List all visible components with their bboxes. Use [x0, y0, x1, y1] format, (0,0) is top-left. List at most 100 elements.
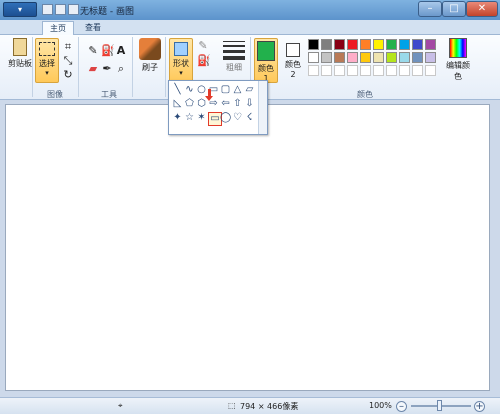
divider	[165, 37, 166, 97]
colors-group-label: 颜色	[357, 90, 373, 99]
shape-option[interactable]: ☇	[244, 112, 255, 123]
brush-icon	[139, 38, 161, 60]
palette-swatch-empty[interactable]	[360, 65, 371, 76]
title-bar: ▾ 无标题 - 画图 – □ ✕	[0, 0, 500, 20]
redo-icon[interactable]	[68, 4, 79, 15]
palette-swatch[interactable]	[425, 52, 436, 63]
palette-swatch[interactable]	[347, 52, 358, 63]
rotate-icon[interactable]: ↻	[62, 69, 74, 81]
shape-option[interactable]: ▱	[244, 84, 255, 95]
fill-icon[interactable]: ⛽	[101, 45, 115, 57]
shape-option[interactable]: ⇦	[220, 98, 231, 109]
resize-icon[interactable]: ⤡	[62, 55, 74, 67]
cursor-position-icon: ⌖	[118, 401, 123, 410]
tools-group-label: 工具	[101, 90, 117, 99]
undo-icon[interactable]	[55, 4, 66, 15]
save-icon[interactable]	[42, 4, 53, 15]
edit-colors-button[interactable]: 编辑颜色	[443, 38, 473, 82]
zoom-slider-thumb[interactable]	[437, 400, 442, 411]
pencil-icon[interactable]: ✎	[87, 45, 99, 57]
zoom-level: 100%	[369, 401, 392, 410]
palette-swatch[interactable]	[360, 39, 371, 50]
drawing-canvas[interactable]	[5, 104, 490, 391]
shape-option[interactable]: ✶	[196, 112, 207, 123]
eraser-icon[interactable]: ▰	[87, 63, 99, 75]
window-title: 无标题 - 画图	[80, 7, 134, 17]
divider	[78, 37, 79, 97]
palette-swatch[interactable]	[412, 39, 423, 50]
shape-option[interactable]: ╲	[172, 84, 183, 95]
palette-swatch-empty[interactable]	[386, 65, 397, 76]
palette-swatch[interactable]	[425, 39, 436, 50]
select-label: 选择	[39, 59, 55, 68]
shape-option[interactable]: ◯	[220, 112, 231, 123]
size-button[interactable]: 粗细	[222, 38, 246, 73]
tab-home[interactable]: 主页	[42, 21, 74, 35]
palette-swatch-empty[interactable]	[412, 65, 423, 76]
paint-menu-button[interactable]: ▾	[3, 2, 37, 17]
size-lines-icon	[223, 41, 245, 60]
shapes-button[interactable]: 形状 ▾	[169, 38, 193, 83]
zoom-out-button[interactable]: –	[396, 401, 407, 412]
palette-swatch[interactable]	[308, 52, 319, 63]
shapes-label: 形状	[173, 59, 189, 68]
size-label: 粗细	[226, 63, 242, 72]
palette-swatch[interactable]	[399, 52, 410, 63]
maximize-button[interactable]: □	[442, 1, 466, 17]
palette-swatch-empty[interactable]	[321, 65, 332, 76]
palette-swatch-empty[interactable]	[334, 65, 345, 76]
palette-swatch[interactable]	[399, 39, 410, 50]
palette-swatch[interactable]	[373, 39, 384, 50]
shape-option[interactable]: ♡	[232, 112, 243, 123]
palette-swatch[interactable]	[373, 52, 384, 63]
brushes-label: 刷子	[142, 63, 158, 72]
minimize-button[interactable]: –	[418, 1, 442, 17]
gallery-scrollbar[interactable]	[258, 81, 267, 134]
palette-swatch[interactable]	[321, 39, 332, 50]
palette-swatch-empty[interactable]	[347, 65, 358, 76]
select-button[interactable]: 选择 ▾	[35, 38, 59, 83]
palette-swatch-empty[interactable]	[399, 65, 410, 76]
text-icon[interactable]: A	[115, 45, 127, 57]
shape-option[interactable]: ◺	[172, 98, 183, 109]
close-button[interactable]: ✕	[466, 1, 498, 17]
chevron-down-icon: ▾	[45, 69, 49, 77]
color1-swatch	[257, 41, 275, 61]
palette-swatch[interactable]	[334, 52, 345, 63]
color-picker-icon[interactable]: ✒	[101, 63, 113, 75]
shape-option[interactable]: ⇩	[244, 98, 255, 109]
clipboard-button[interactable]: 剪贴板	[6, 38, 34, 69]
shape-option[interactable]: ∿	[184, 84, 195, 95]
palette-swatch-empty[interactable]	[425, 65, 436, 76]
tab-view[interactable]: 查看	[78, 21, 108, 35]
palette-swatch[interactable]	[308, 39, 319, 50]
color2-button[interactable]: 颜色 2	[282, 38, 304, 79]
shape-option[interactable]: ☆	[184, 112, 195, 123]
shape-option[interactable]: ○	[196, 84, 207, 95]
palette-swatch[interactable]	[334, 39, 345, 50]
palette-swatch[interactable]	[386, 52, 397, 63]
palette-swatch[interactable]	[412, 52, 423, 63]
outline-icon[interactable]: ✎	[197, 40, 209, 52]
magnifier-icon[interactable]: ⌕	[115, 63, 127, 75]
zoom-in-button[interactable]: +	[474, 401, 485, 412]
shape-option[interactable]: ✦	[172, 112, 183, 123]
crop-icon[interactable]: ⌗	[62, 41, 74, 53]
fill-style-icon[interactable]: ⛽	[197, 55, 211, 67]
status-bar: ⌖ ⬚ 794 × 466像素 100% – +	[0, 397, 500, 414]
palette-swatch-empty[interactable]	[373, 65, 384, 76]
shape-option[interactable]: ▢	[220, 84, 231, 95]
shapes-icon	[174, 42, 188, 56]
annotation-arrow-head	[205, 96, 213, 101]
palette-swatch[interactable]	[360, 52, 371, 63]
palette-swatch[interactable]	[386, 39, 397, 50]
color1-button[interactable]: 颜色 1	[254, 38, 278, 83]
brushes-button[interactable]: 刷子	[138, 38, 162, 73]
palette-swatch[interactable]	[321, 52, 332, 63]
palette-swatch-empty[interactable]	[308, 65, 319, 76]
shape-option[interactable]: △	[232, 84, 243, 95]
divider	[32, 37, 33, 97]
palette-swatch[interactable]	[347, 39, 358, 50]
shape-option[interactable]: ⇧	[232, 98, 243, 109]
shape-option[interactable]: ⬠	[184, 98, 195, 109]
